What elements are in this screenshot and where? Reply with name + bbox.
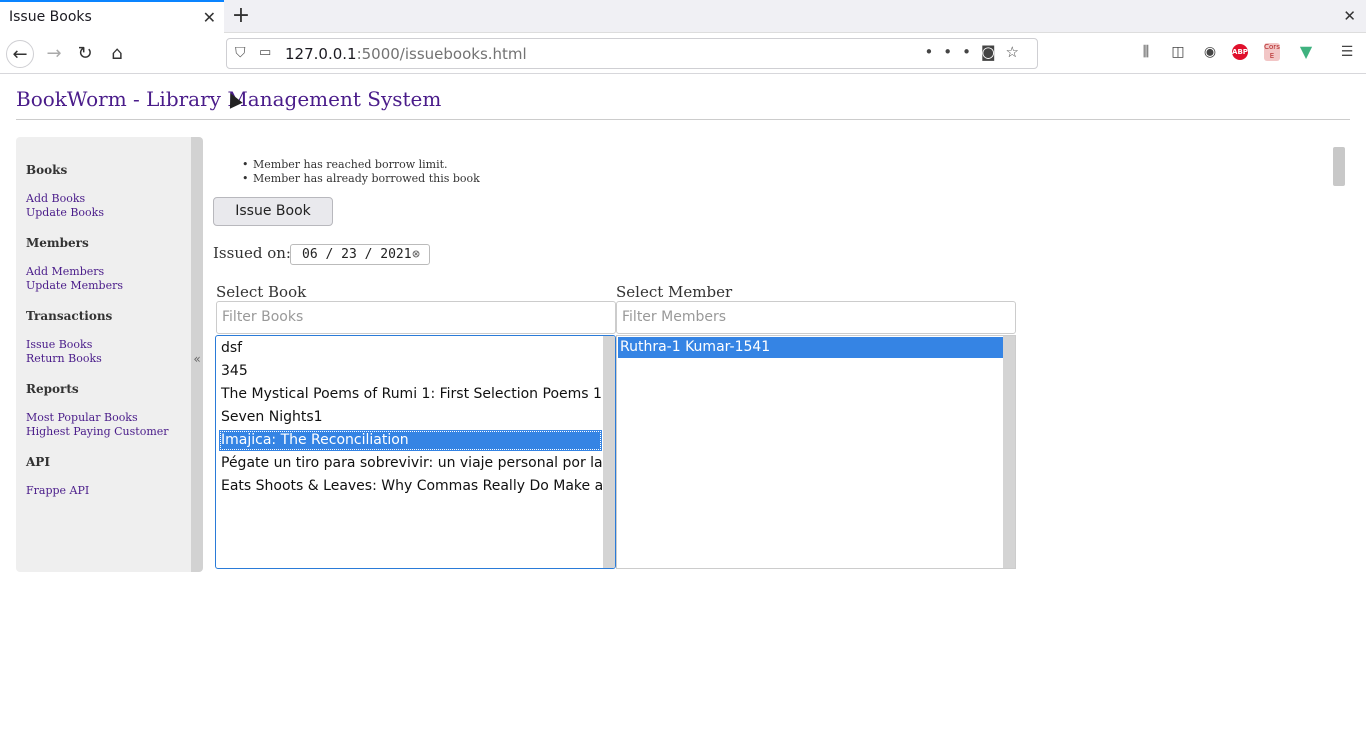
error-item: Member has reached borrow limit. <box>242 158 480 172</box>
url-text: 127.0.0.1:5000/issuebooks.html <box>285 45 527 63</box>
pocket-icon[interactable]: ◙ <box>981 43 1006 61</box>
member-list-scrollbar[interactable] <box>1003 336 1015 568</box>
error-list: Member has reached borrow limit. Member … <box>242 158 480 186</box>
member-listbox[interactable]: Ruthra-1 Kumar-1541 <box>616 335 1016 569</box>
book-option[interactable]: Seven Nights1 <box>219 407 602 428</box>
book-option[interactable]: Pégate un tiro para sobrevivir: un viaje… <box>219 453 602 474</box>
sidebar-link-update-books[interactable]: Update Books <box>26 206 104 219</box>
book-list-scrollbar[interactable] <box>603 336 615 568</box>
sidebar-link-issue-books[interactable]: Issue Books <box>26 338 92 351</box>
library-icon[interactable]: ⫼ <box>1136 42 1156 62</box>
sidebar-collapse-handle[interactable]: « <box>191 137 203 572</box>
home-icon[interactable]: ⌂ <box>103 40 131 68</box>
title-divider <box>16 119 1350 120</box>
vue-devtools-icon[interactable]: ▼ <box>1296 42 1316 62</box>
member-option-selected[interactable]: Ruthra-1 Kumar-1541 <box>618 337 1003 358</box>
sidebar-section-api: API <box>26 455 50 469</box>
back-arrow-icon[interactable]: ← <box>6 40 34 68</box>
sidebar-section-transactions: Transactions <box>26 309 113 323</box>
address-bar[interactable]: ⛉ ▭ 127.0.0.1:5000/issuebooks.html •••◙☆ <box>226 38 1038 69</box>
hamburger-menu-icon[interactable]: ☰ <box>1337 42 1357 62</box>
sidebar-link-add-members[interactable]: Add Members <box>26 265 104 278</box>
new-tab-icon[interactable]: + <box>230 3 252 29</box>
sidebar-link-return-books[interactable]: Return Books <box>26 352 102 365</box>
book-option[interactable]: dsf <box>219 338 602 359</box>
address-bar-actions: •••◙☆ <box>924 43 1029 61</box>
sidebar-link-add-books[interactable]: Add Books <box>26 192 85 205</box>
bookmark-star-icon[interactable]: ☆ <box>1006 43 1029 61</box>
book-option[interactable]: 345 <box>219 361 602 382</box>
clear-date-icon[interactable]: ⊗ <box>412 245 420 264</box>
account-icon[interactable]: ◉ <box>1200 42 1220 62</box>
url-path: :5000/issuebooks.html <box>356 45 527 63</box>
cors-extension-icon[interactable]: Cors E <box>1264 43 1280 61</box>
tab-close-icon[interactable]: ✕ <box>203 8 216 27</box>
tracking-shield-icon[interactable]: ⛉ <box>235 45 246 61</box>
book-option[interactable]: Eats Shoots & Leaves: Why Commas Really … <box>219 476 602 497</box>
sidebar-section-reports: Reports <box>26 382 79 396</box>
select-book-label: Select Book <box>216 283 307 301</box>
reload-icon[interactable]: ↻ <box>71 40 99 68</box>
browser-toolbar: ← → ↻ ⌂ ⛉ ▭ 127.0.0.1:5000/issuebooks.ht… <box>0 33 1366 74</box>
sidebar-link-most-popular-books[interactable]: Most Popular Books <box>26 411 138 424</box>
page-actions-icon[interactable]: ••• <box>924 43 981 61</box>
issued-on-date-input[interactable]: 06 / 23 / 2021 ⊗ <box>290 244 430 265</box>
select-member-label: Select Member <box>616 283 733 301</box>
page-info-icon[interactable]: ▭ <box>259 45 271 60</box>
date-value: 06 / 23 / 2021 <box>302 247 412 262</box>
sidebar-link-highest-paying-customer[interactable]: Highest Paying Customer <box>26 425 169 438</box>
sidebar: Books Add Books Update Books Members Add… <box>16 137 192 572</box>
page-content: BookWorm - Library Management System Boo… <box>0 74 1366 741</box>
filter-books-input[interactable]: Filter Books <box>216 301 616 334</box>
browser-tab-bar: Issue Books ✕ + ✕ <box>0 0 1366 33</box>
sidebar-link-update-members[interactable]: Update Members <box>26 279 123 292</box>
url-host: 127.0.0.1 <box>285 45 357 63</box>
tab-title: Issue Books <box>9 9 92 25</box>
filter-members-input[interactable]: Filter Members <box>616 301 1016 334</box>
book-option[interactable]: The Mystical Poems of Rumi 1: First Sele… <box>219 384 602 405</box>
sidebar-section-books: Books <box>26 163 68 177</box>
sidebar-toggle-icon[interactable]: ◫ <box>1168 42 1188 62</box>
page-scrollbar-thumb[interactable] <box>1333 147 1345 186</box>
book-listbox[interactable]: dsf 345 The Mystical Poems of Rumi 1: Fi… <box>215 335 616 569</box>
collapse-chevron-icon[interactable]: « <box>191 352 203 366</box>
issue-book-button[interactable]: Issue Book <box>213 197 333 226</box>
book-option-selected[interactable]: Imajica: The Reconciliation <box>219 430 602 451</box>
browser-tab[interactable]: Issue Books ✕ <box>0 0 224 33</box>
issued-on-label: Issued on: <box>213 244 291 262</box>
sidebar-link-frappe-api[interactable]: Frappe API <box>26 484 89 497</box>
window-close-icon[interactable]: ✕ <box>1343 7 1356 25</box>
sidebar-section-members: Members <box>26 236 89 250</box>
error-item: Member has already borrowed this book <box>242 172 480 186</box>
forward-arrow-icon[interactable]: → <box>40 40 68 68</box>
adblock-plus-icon[interactable]: ABP <box>1232 44 1248 60</box>
